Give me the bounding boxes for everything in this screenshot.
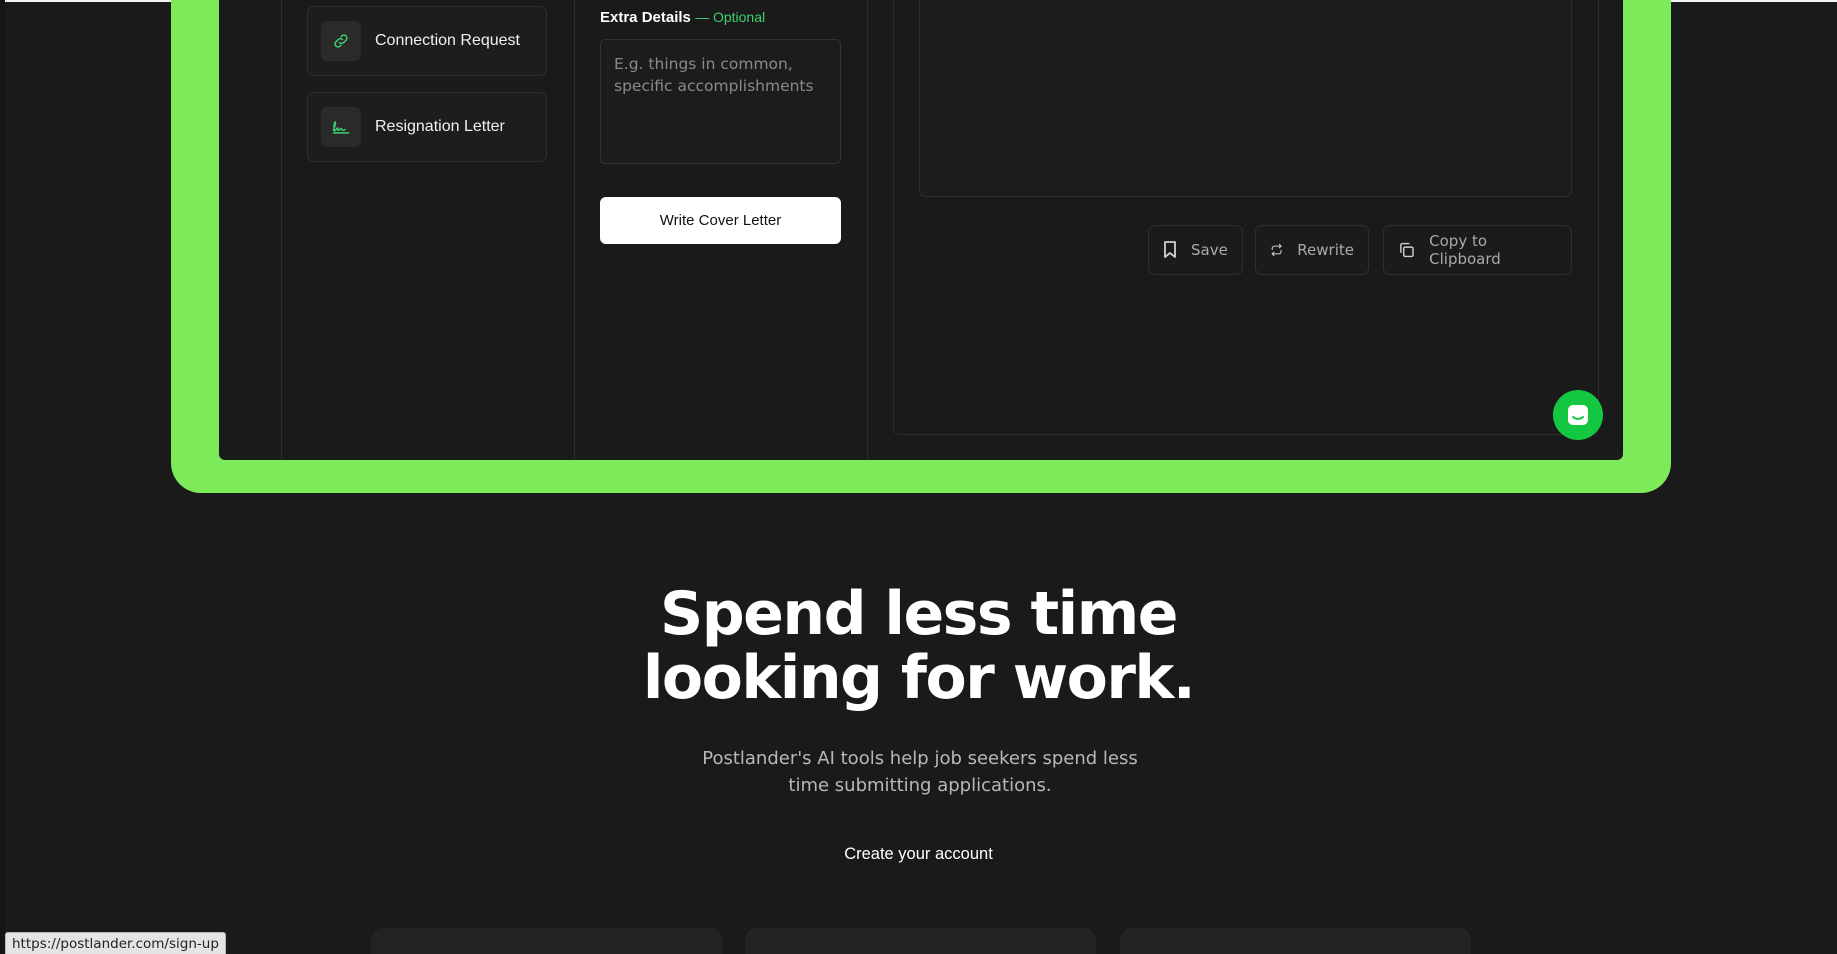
rewrite-label: Rewrite <box>1297 241 1354 259</box>
repeat-icon <box>1271 243 1282 257</box>
column-divider <box>574 0 575 460</box>
link-icon <box>321 21 361 61</box>
output-text-area[interactable] <box>919 0 1572 197</box>
extra-details-label: Extra Details — Optional <box>600 9 765 26</box>
copy-to-clipboard-button[interactable]: Copy to Clipboard <box>1383 225 1572 275</box>
window-left-edge <box>0 0 5 954</box>
save-button[interactable]: Save <box>1148 225 1243 275</box>
extra-details-textarea[interactable] <box>600 39 841 164</box>
create-account-container: Create your account <box>0 845 1837 864</box>
chat-launcher-button[interactable] <box>1553 390 1603 440</box>
create-account-link[interactable]: Create your account <box>844 845 993 863</box>
hero-heading-line: Spend less time <box>660 579 1178 649</box>
column-divider <box>867 0 868 460</box>
hero-heading-line: looking for work. <box>642 643 1196 713</box>
copy-label: Copy to Clipboard <box>1429 232 1501 268</box>
sidebar-item-label: Resignation Letter <box>375 118 505 135</box>
rewrite-button[interactable]: Rewrite <box>1255 225 1369 275</box>
sidebar-item-connection-request[interactable]: Connection Request <box>307 6 547 76</box>
status-bar-url: https://postlander.com/sign-up <box>5 932 226 954</box>
sidebar-item-label: Connection Request <box>375 32 520 49</box>
chat-icon <box>1568 405 1588 425</box>
optional-tag: — Optional <box>695 9 766 25</box>
copy-icon <box>1400 242 1414 258</box>
hero-heading: Spend less time looking for work. <box>0 582 1837 710</box>
extra-details-title: Extra Details <box>600 9 691 26</box>
signature-icon <box>321 107 361 147</box>
feature-card <box>745 928 1096 954</box>
sidebar-item-resignation-letter[interactable]: Resignation Letter <box>307 92 547 162</box>
column-divider <box>281 0 282 460</box>
app-demo-panel: Connection Request Resignation Letter Ex… <box>219 0 1623 460</box>
write-cover-letter-button[interactable]: Write Cover Letter <box>600 197 841 244</box>
feature-card <box>1120 928 1471 954</box>
bookmark-icon <box>1164 241 1176 258</box>
save-label: Save <box>1191 241 1228 259</box>
feature-card <box>371 928 722 954</box>
hero-subtitle: Postlander's AI tools help job seekers s… <box>702 748 1138 796</box>
